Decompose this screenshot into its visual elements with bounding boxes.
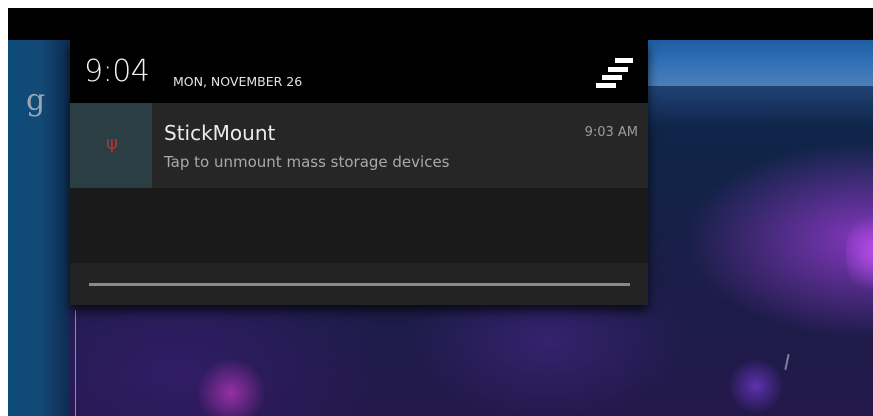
notification-icon-box: ψ [70,103,152,188]
wallpaper-streak [784,353,790,371]
shade-drag-handle[interactable] [70,263,648,305]
wallpaper-bokeh [846,208,873,298]
clock: 9:04 [84,54,150,89]
notification-text: Tap to unmount mass storage devices [164,153,450,171]
shade-header: 9:04 MON, NOVEMBER 26 [70,40,648,103]
wallpaper-wave-shadow [648,86,873,126]
android-screen: g 9:04 MON, NOVEMBER 26 ψ StickMount Tap… [8,8,873,416]
notification-stickmount[interactable]: ψ StickMount Tap to unmount mass storage… [70,103,648,188]
google-search-icon[interactable]: g [26,86,45,116]
wallpaper-wave [648,40,873,86]
wallpaper-line [75,310,76,416]
quick-settings-icon[interactable] [594,55,636,89]
wallpaper-bokeh [196,358,266,416]
wallpaper-bokeh [728,358,784,414]
top-black-bar [8,8,873,40]
notification-title: StickMount [164,121,276,145]
date: MON, NOVEMBER 26 [173,74,303,89]
usb-icon: ψ [106,133,118,154]
notification-time: 9:03 AM [584,125,638,140]
shade-empty-area [70,188,648,263]
drag-handle-bar [89,283,630,286]
notification-shade: 9:04 MON, NOVEMBER 26 ψ StickMount Tap t… [70,40,648,305]
